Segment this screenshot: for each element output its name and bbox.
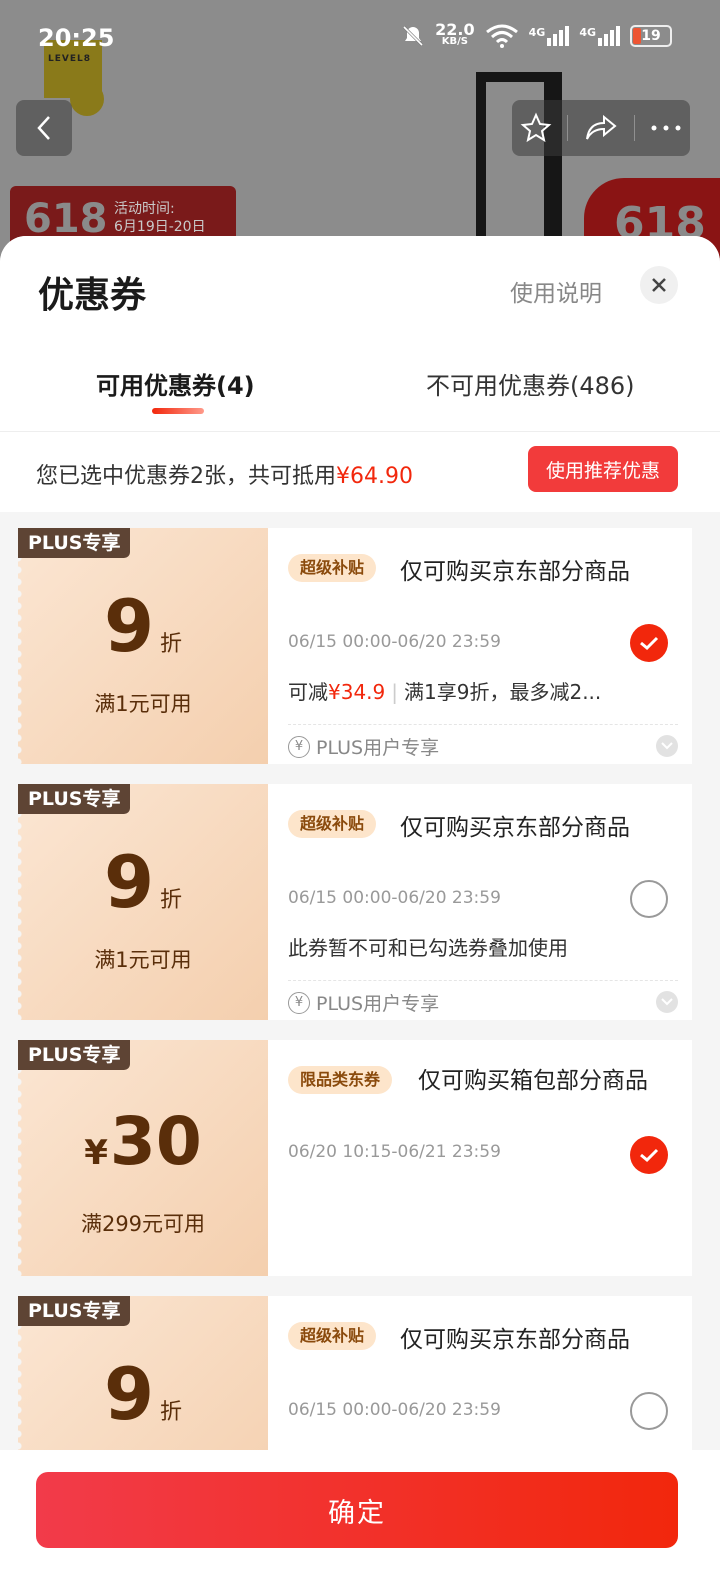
close-button[interactable]	[640, 266, 678, 304]
coupon-amount: ¥30	[84, 1103, 202, 1180]
summary-text: 您已选中优惠券2张，共可抵用	[36, 464, 336, 489]
coupon-tag: 超级补贴	[288, 810, 377, 838]
coupon-validity: 06/20 10:15-06/21 23:59	[288, 1142, 501, 1162]
yen-icon: ¥	[288, 991, 310, 1014]
more-icon[interactable]	[650, 124, 682, 132]
coupon-sheet: 优惠券 使用说明 可用优惠券(4) 不可用优惠券(486) 您已选中优惠券2张，…	[0, 236, 720, 1584]
check-icon	[640, 1148, 659, 1163]
coupon-title: 仅可购买箱包部分商品	[418, 1068, 648, 1094]
plus-badge: PLUS专享	[18, 784, 131, 814]
coupon-card[interactable]: PLUS专享 9折 满1元可用 超级补贴 仅可购买京东部分商品 06/15 00…	[0, 528, 720, 764]
unselected-checkbox[interactable]	[630, 880, 668, 918]
coupon-description: 此券暂不可和已勾选券叠加使用	[288, 936, 568, 960]
plus-badge: PLUS专享	[18, 528, 131, 558]
coupon-info: 超级补贴 仅可购买京东部分商品 06/15 00:00-06/20 23:59 …	[268, 528, 692, 764]
usage-instructions-link[interactable]: 使用说明	[510, 274, 602, 308]
network-speed: 22.0 KB/S	[435, 20, 475, 48]
sheet-title: 优惠券	[38, 275, 147, 316]
status-bar: 20:25 22.0 KB/S 4G 4G 19	[0, 0, 720, 80]
plus-badge: PLUS专享	[18, 1296, 131, 1326]
coupon-title: 仅可购买京东部分商品	[400, 1327, 630, 1353]
discount-value: 9折	[103, 584, 183, 668]
use-recommended-button[interactable]: 使用推荐优惠	[528, 446, 678, 492]
coupon-tag: 超级补贴	[288, 1322, 377, 1350]
check-icon	[640, 636, 659, 651]
confirm-bar: 确定	[0, 1450, 720, 1584]
coupon-condition: 满1元可用	[94, 692, 192, 716]
plus-badge: PLUS专享	[18, 1040, 131, 1070]
coupon-card[interactable]: PLUS专享 9折 满1元可用 超级补贴 仅可购买京东部分商品 06/15 00…	[0, 784, 720, 1020]
coupon-card[interactable]: PLUS专享 ¥30 满299元可用 限品类东券 仅可购买箱包部分商品 06/2…	[0, 1040, 720, 1276]
confirm-button[interactable]: 确定	[36, 1472, 678, 1548]
tab-available[interactable]: 可用优惠券(4)	[96, 366, 255, 401]
tab-indicator	[152, 408, 204, 414]
sheet-header: 优惠券 使用说明	[0, 236, 720, 336]
signal-icon: 4G	[579, 26, 620, 46]
coupon-tabs: 可用优惠券(4) 不可用优惠券(486)	[0, 336, 720, 432]
status-time: 20:25	[38, 24, 115, 52]
coupon-info: 超级补贴 仅可购买京东部分商品 06/15 00:00-06/20 23:59 …	[268, 784, 692, 1020]
selected-checkbox[interactable]	[630, 1136, 668, 1174]
summary-amount: ¥64.90	[336, 464, 413, 489]
share-icon[interactable]	[584, 113, 618, 143]
chevron-down-icon[interactable]	[656, 991, 678, 1013]
coupon-info: 限品类东券 仅可购买箱包部分商品 06/20 10:15-06/21 23:59	[268, 1040, 692, 1276]
coupon-validity: 06/15 00:00-06/20 23:59	[288, 1400, 501, 1420]
coupon-validity: 06/15 00:00-06/20 23:59	[288, 632, 501, 652]
star-icon[interactable]	[520, 112, 552, 144]
coupon-condition: 满1元可用	[94, 948, 192, 972]
selected-checkbox[interactable]	[630, 624, 668, 662]
selection-summary: 您已选中优惠券2张，共可抵用¥64.90 使用推荐优惠	[0, 432, 720, 512]
coupon-validity: 06/15 00:00-06/20 23:59	[288, 888, 501, 908]
coupon-tag: 超级补贴	[288, 554, 377, 582]
battery-icon: 19	[630, 25, 672, 47]
wifi-icon	[485, 24, 518, 48]
coupon-condition: 满299元可用	[80, 1212, 206, 1236]
coupon-title: 仅可购买京东部分商品	[400, 815, 630, 841]
signal-icon: 4G	[529, 26, 570, 46]
chevron-left-icon	[37, 116, 50, 140]
tab-unavailable[interactable]: 不可用优惠券(486)	[426, 366, 635, 401]
discount-value: 9折	[103, 840, 183, 924]
coupon-description: 可减¥34.9 | 满1享9折，最多减2...	[288, 680, 602, 704]
back-button[interactable]	[16, 100, 72, 156]
top-action-bar	[512, 100, 690, 156]
yen-icon: ¥	[288, 735, 310, 758]
coupon-list: PLUS专享 9折 满1元可用 超级补贴 仅可购买京东部分商品 06/15 00…	[0, 512, 720, 1532]
coupon-footer: ¥ PLUS用户专享	[288, 980, 678, 1016]
discount-value: 9折	[103, 1352, 183, 1436]
mute-bell-icon	[403, 25, 424, 47]
coupon-footer: ¥ PLUS用户专享	[288, 724, 678, 760]
unselected-checkbox[interactable]	[630, 1392, 668, 1430]
close-icon	[652, 278, 666, 292]
chevron-down-icon[interactable]	[656, 735, 678, 757]
coupon-title: 仅可购买京东部分商品	[400, 559, 630, 585]
